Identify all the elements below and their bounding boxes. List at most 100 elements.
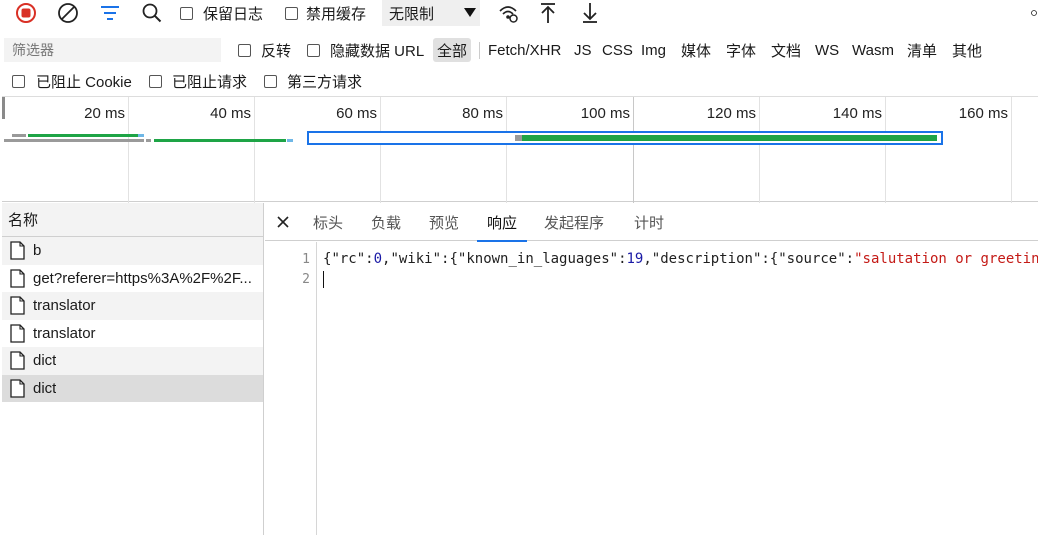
search-icon[interactable] [138,0,166,26]
line-number: 2 [302,272,310,287]
tab-response[interactable]: 响应 [476,203,528,242]
document-icon [10,324,25,343]
tab-initiator[interactable]: 发起程序 [544,203,604,241]
type-filter-font[interactable]: 字体 [726,38,756,62]
preserve-log-checkbox[interactable]: 保留日志 [180,0,263,26]
type-filter-ws[interactable]: WS [815,38,839,62]
request-row-selected[interactable]: dict [2,374,263,402]
request-row[interactable]: b [2,237,263,265]
tick-line [128,97,129,203]
disable-cache-label: 禁用缓存 [306,5,367,23]
tick-label: 80 ms [462,105,503,122]
tick-line [254,97,255,203]
export-har-icon[interactable] [576,0,604,26]
extra-filter-bar: 已阻止 Cookie 已阻止请求 第三方请求 [0,68,1038,94]
tab-preview[interactable]: 预览 [429,203,459,241]
type-filter-manifest[interactable]: 清单 [907,38,937,62]
throttle-select[interactable]: 无限制 [382,0,480,26]
invert-label: 反转 [261,42,292,60]
request-list: 名称 b get?referer=https%3A%2F%2F... trans… [2,203,264,535]
hide-data-url-check[interactable] [307,43,320,57]
disable-cache-checkbox[interactable]: 禁用缓存 [285,0,366,26]
blocked-cookies-check[interactable] [12,74,25,88]
type-filter-other[interactable]: 其他 [952,38,982,62]
request-name: translator [33,297,96,315]
document-icon [10,241,25,260]
type-filter-fetch-xhr[interactable]: Fetch/XHR [488,38,561,62]
timeline-bar [138,134,144,137]
tick-line [633,97,634,203]
preserve-log-check[interactable] [180,6,193,20]
request-row[interactable]: translator [2,320,263,348]
throttle-value: 无限制 [389,5,435,23]
blocked-requests-check[interactable] [149,74,162,88]
import-har-icon[interactable] [534,0,562,26]
tick-label: 160 ms [958,105,1008,122]
third-party-label: 第三方请求 [287,73,363,91]
detail-tabs: 标头 负载 预览 响应 发起程序 计时 [265,203,1038,242]
timeline-bar [12,134,26,137]
settings-gear-icon[interactable] [1030,0,1038,26]
main-toolbar: 保留日志 禁用缓存 无限制 [0,0,1038,26]
request-name: b [33,242,42,260]
request-row[interactable]: dict [2,347,263,375]
response-line: {"rc":0,"wiki":{"known_in_laguages":19,"… [323,251,1038,267]
request-name: dict [33,352,57,370]
type-filter-media[interactable]: 媒体 [681,38,711,62]
line-number: 1 [302,252,310,267]
third-party-checkbox[interactable]: 第三方请求 [264,68,362,94]
invert-check[interactable] [238,43,251,57]
record-stop-icon[interactable] [12,0,40,26]
document-icon [10,269,25,288]
type-filter-js[interactable]: JS [574,38,592,62]
tick-line [885,97,886,203]
type-filter-all[interactable]: 全部 [433,38,472,62]
response-viewer[interactable]: 1 2 {"rc":0,"wiki":{"known_in_laguages":… [265,242,1038,535]
network-conditions-icon[interactable] [494,0,522,26]
request-row[interactable]: get?referer=https%3A%2F%2F... [2,265,263,293]
type-filter-img[interactable]: Img [641,38,666,62]
close-icon[interactable] [273,203,293,241]
timeline-overview[interactable]: 20 ms 40 ms 60 ms 80 ms 100 ms 120 ms 14… [2,96,1038,203]
timeline-bar [4,139,144,142]
selected-request-bar [307,131,943,145]
request-name: translator [33,324,96,342]
type-separator [479,42,480,59]
tab-timing[interactable]: 计时 [634,203,664,241]
blocked-cookies-checkbox[interactable]: 已阻止 Cookie [12,68,132,94]
request-name: get?referer=https%3A%2F%2F... [33,269,252,287]
blocked-requests-label: 已阻止请求 [172,73,248,91]
tick-line [506,97,507,203]
third-party-check[interactable] [264,74,277,88]
tick-line [1011,97,1012,203]
tick-label: 100 ms [580,105,630,122]
type-filter-doc[interactable]: 文档 [771,38,801,62]
filter-icon[interactable] [94,0,126,26]
line-number-gutter: 1 2 [265,242,317,535]
timeline-bar [515,135,522,141]
disable-cache-check[interactable] [285,6,298,20]
tab-payload[interactable]: 负载 [371,203,401,241]
request-detail: 标头 负载 预览 响应 发起程序 计时 1 2 {"rc":0,"wiki":{… [265,203,1038,535]
timeline-left-handle[interactable] [2,97,5,119]
filter-bar: 反转 隐藏数据 URL 全部 Fetch/XHR JS CSS Img 媒体 字… [0,34,1038,64]
tick-label: 60 ms [336,105,377,122]
tick-label: 40 ms [210,105,251,122]
type-filter-css[interactable]: CSS [602,38,633,62]
tick-label: 140 ms [832,105,882,122]
hide-data-url-checkbox[interactable]: 隐藏数据 URL [307,38,424,62]
timeline-bar [28,134,138,137]
document-icon [10,379,25,398]
filter-input[interactable] [4,38,221,62]
type-filter-wasm[interactable]: Wasm [852,38,894,62]
clear-icon[interactable] [54,0,82,26]
document-icon [10,351,25,370]
blocked-requests-checkbox[interactable]: 已阻止请求 [149,68,247,94]
invert-checkbox[interactable]: 反转 [238,38,291,62]
timeline-bar [146,139,151,142]
name-column-header[interactable]: 名称 [2,203,263,237]
text-cursor [323,271,324,288]
tab-headers[interactable]: 标头 [313,203,343,241]
request-row[interactable]: translator [2,292,263,320]
tick-line [380,97,381,203]
